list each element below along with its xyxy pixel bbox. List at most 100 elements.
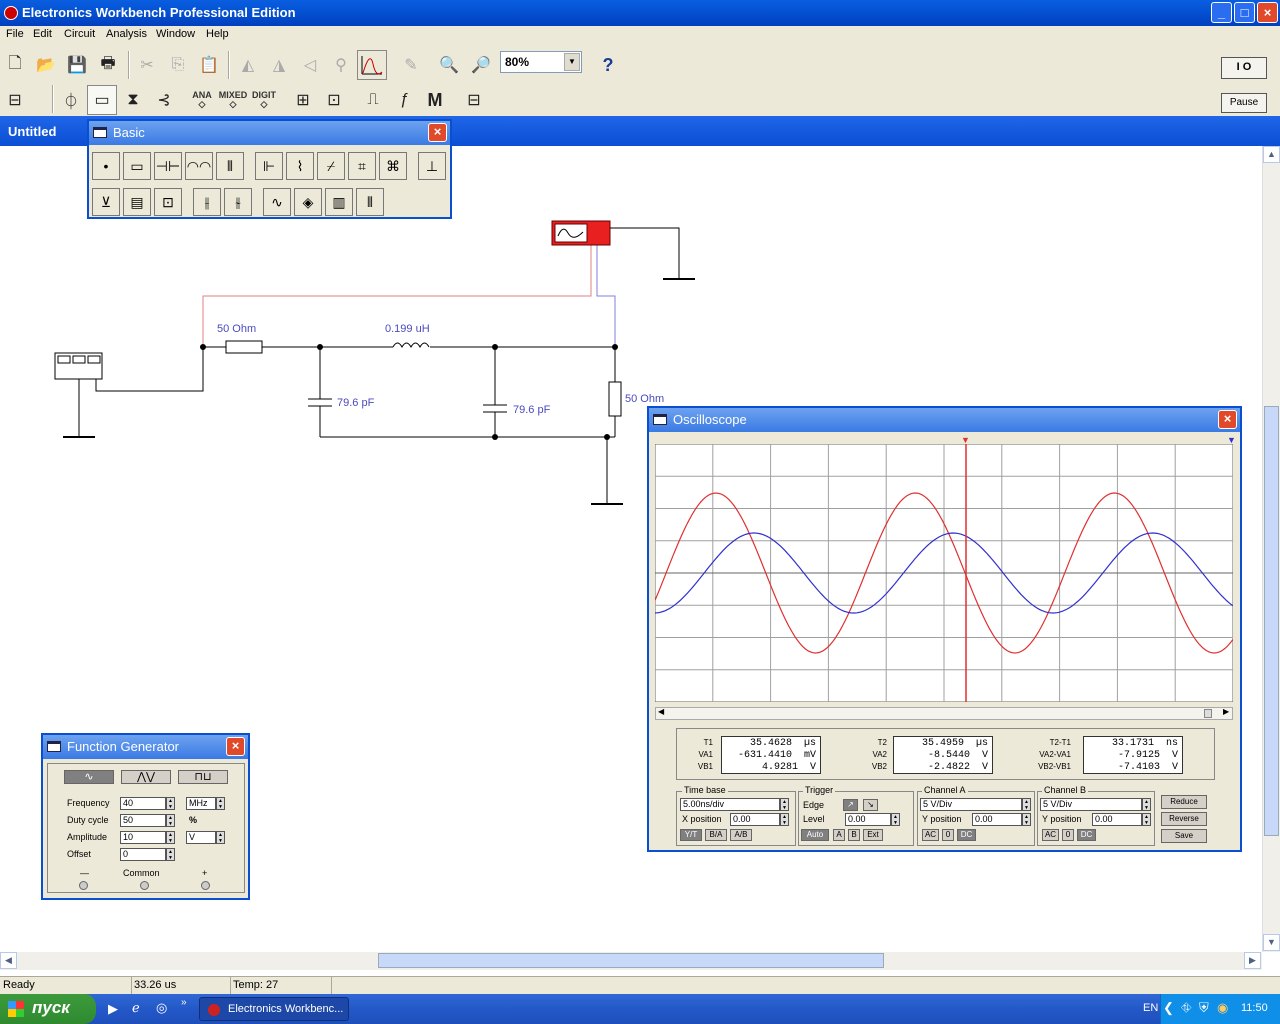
channel-b-scale-field[interactable]: 5 V/Div bbox=[1040, 798, 1142, 811]
component-properties-icon[interactable]: ⚲ bbox=[326, 50, 356, 80]
channel-b-zero-button[interactable]: 0 bbox=[1062, 829, 1074, 841]
network-icon[interactable]: ⛗ bbox=[1181, 1000, 1191, 1016]
controls-bin-icon[interactable]: ƒ bbox=[389, 85, 419, 115]
menu-circuit[interactable]: Circuit bbox=[64, 28, 95, 40]
scroll-up-icon[interactable]: ▲ bbox=[1263, 146, 1280, 163]
instruments-bin-icon[interactable]: ⊟ bbox=[459, 85, 489, 115]
menu-edit[interactable]: Edit bbox=[33, 28, 52, 40]
maximize-button[interactable]: □ bbox=[1234, 2, 1255, 23]
cursor-2-marker-icon[interactable]: ▼ bbox=[1227, 435, 1236, 445]
firefox-icon[interactable]: ◎ bbox=[156, 1000, 167, 1016]
x-position-field[interactable]: 0.00 bbox=[730, 813, 780, 826]
vertical-scroll-thumb[interactable] bbox=[1264, 406, 1279, 836]
scroll-down-icon[interactable]: ▼ bbox=[1263, 934, 1280, 951]
trigger-level-field[interactable]: 0.00 bbox=[845, 813, 891, 826]
amplitude-field[interactable]: 10 bbox=[120, 831, 166, 844]
language-indicator[interactable]: EN bbox=[1143, 1002, 1158, 1014]
channel-a-scale-field[interactable]: 5 V/Div bbox=[920, 798, 1022, 811]
nonlinear-transformer-icon[interactable]: ∿ bbox=[263, 188, 291, 216]
square-wave-icon[interactable]: ⊓⊔ bbox=[178, 770, 228, 784]
switch-icon[interactable]: ⌇ bbox=[286, 152, 314, 180]
channel-b-ypos-field[interactable]: 0.00 bbox=[1092, 813, 1142, 826]
zoom-in-icon[interactable]: 🔎 bbox=[466, 50, 496, 80]
sources-bin-icon[interactable]: ⏀ bbox=[56, 85, 86, 115]
diodes-bin-icon[interactable]: ⧗ bbox=[118, 85, 148, 115]
scroll-right-icon[interactable]: ▶ bbox=[1244, 952, 1261, 969]
reverse-button[interactable]: Reverse bbox=[1161, 812, 1207, 826]
horizontal-scrollbar[interactable]: ◀ ▶ bbox=[0, 952, 1262, 970]
cut-icon[interactable]: ✂ bbox=[132, 50, 162, 80]
close-icon[interactable]: × bbox=[1218, 410, 1237, 429]
digital-ics-bin-icon[interactable]: DIGIT ◇ bbox=[249, 85, 279, 115]
pullup-resistor-icon[interactable]: ⊥ bbox=[418, 152, 446, 180]
transformer-icon[interactable]: ⦀ bbox=[216, 152, 244, 180]
internet-explorer-icon[interactable]: ℯ bbox=[132, 1000, 140, 1016]
reduce-button[interactable]: Reduce bbox=[1161, 795, 1207, 809]
amplitude-spinner[interactable]: ▲ ▼ bbox=[166, 831, 175, 844]
chevron-down-icon[interactable]: ▼ bbox=[564, 53, 580, 71]
connector-icon[interactable]: • bbox=[92, 152, 120, 180]
start-button[interactable]: пуск bbox=[0, 994, 96, 1024]
channel-b-dc-button[interactable]: DC bbox=[1077, 829, 1096, 841]
amplitude-unit-spinner[interactable]: ▲ ▼ bbox=[216, 831, 225, 844]
offset-field[interactable]: 0 bbox=[120, 848, 166, 861]
scope-screen[interactable] bbox=[655, 444, 1233, 702]
scroll-right-icon[interactable]: ▶ bbox=[1223, 707, 1229, 716]
rotate-icon[interactable]: ◭ bbox=[233, 50, 263, 80]
rising-edge-icon[interactable]: ↗ bbox=[843, 799, 858, 811]
menu-help[interactable]: Help bbox=[206, 28, 229, 40]
triangle-wave-icon[interactable]: ⋀⋁ bbox=[121, 770, 171, 784]
channel-a-ac-button[interactable]: AC bbox=[922, 829, 939, 841]
ab-mode-button[interactable]: A/B bbox=[730, 829, 752, 841]
capacitor-icon[interactable]: ⊣⊢ bbox=[154, 152, 182, 180]
subcircuit-icon[interactable]: ✎ bbox=[396, 50, 426, 80]
offset-spinner[interactable]: ▲ ▼ bbox=[166, 848, 175, 861]
new-file-icon[interactable]: 🗋 bbox=[0, 50, 30, 80]
trigger-ext-button[interactable]: Ext bbox=[863, 829, 883, 841]
frequency-field[interactable]: 40 bbox=[120, 797, 166, 810]
variable-inductor-icon[interactable]: ⫳ bbox=[224, 188, 252, 216]
channel-b-ypos-spinner[interactable]: ▲ ▼ bbox=[1142, 813, 1151, 826]
channel-b-ac-button[interactable]: AC bbox=[1042, 829, 1059, 841]
mixed-ics-bin-icon[interactable]: MIXED ◇ bbox=[218, 85, 248, 115]
relay-icon[interactable]: ⊩ bbox=[255, 152, 283, 180]
sine-wave-icon[interactable]: ∿ bbox=[64, 770, 114, 784]
scroll-left-icon[interactable]: ◀ bbox=[0, 952, 17, 969]
vertical-scrollbar[interactable]: ▲ ▼ bbox=[1262, 146, 1280, 952]
common-terminal[interactable] bbox=[140, 881, 149, 890]
channel-a-dc-button[interactable]: DC bbox=[957, 829, 976, 841]
save-button[interactable]: Save bbox=[1161, 829, 1207, 843]
zoom-out-icon[interactable]: 🔍 bbox=[434, 50, 464, 80]
channel-a-zero-button[interactable]: 0 bbox=[942, 829, 954, 841]
channel-a-scale-spinner[interactable]: ▲ ▼ bbox=[1022, 798, 1031, 811]
zoom-select[interactable]: 80% ▼ bbox=[500, 51, 582, 73]
flip-vertical-icon[interactable]: ◁ bbox=[295, 50, 325, 80]
copy-icon[interactable]: ⎘ bbox=[163, 50, 193, 80]
close-icon[interactable]: × bbox=[226, 737, 245, 756]
analysis-graphs-icon[interactable] bbox=[357, 50, 387, 80]
analog-ics-bin-icon[interactable]: ANA ◇ bbox=[187, 85, 217, 115]
channel-b-scale-spinner[interactable]: ▲ ▼ bbox=[1142, 798, 1151, 811]
trigger-level-spinner[interactable]: ▲ ▼ bbox=[891, 813, 900, 826]
duty-cycle-spinner[interactable]: ▲ ▼ bbox=[166, 814, 175, 827]
flip-horizontal-icon[interactable]: ◮ bbox=[264, 50, 294, 80]
auto-trigger-button[interactable]: Auto bbox=[801, 829, 829, 841]
time-delay-switch-icon[interactable]: ⌿ bbox=[317, 152, 345, 180]
trigger-a-button[interactable]: A bbox=[833, 829, 845, 841]
save-icon[interactable]: 💾 bbox=[62, 50, 92, 80]
cursor-1-marker-icon[interactable]: ▼ bbox=[961, 435, 970, 445]
channel-a-ypos-field[interactable]: 0.00 bbox=[972, 813, 1022, 826]
messenger-icon[interactable]: ◉ bbox=[1217, 1000, 1228, 1016]
open-folder-icon[interactable]: 📂 bbox=[31, 50, 61, 80]
timebase-field[interactable]: 5.00ns/div bbox=[680, 798, 780, 811]
timebase-spinner[interactable]: ▲ ▼ bbox=[780, 798, 789, 811]
close-button[interactable]: × bbox=[1257, 2, 1278, 23]
basic-bin-icon[interactable]: ▭ bbox=[87, 85, 117, 115]
taskbar-item-workbench[interactable]: Electronics Workbenc... bbox=[199, 997, 349, 1021]
current-switch-icon[interactable]: ⌘ bbox=[379, 152, 407, 180]
print-icon[interactable]: 🖶 bbox=[93, 50, 123, 80]
scroll-left-icon[interactable]: ◀ bbox=[658, 707, 664, 716]
help-button[interactable]: ? bbox=[593, 50, 623, 80]
logic-gates-bin-icon[interactable]: ⊞ bbox=[288, 85, 318, 115]
coreless-coil-icon[interactable]: ⦀ bbox=[356, 188, 384, 216]
